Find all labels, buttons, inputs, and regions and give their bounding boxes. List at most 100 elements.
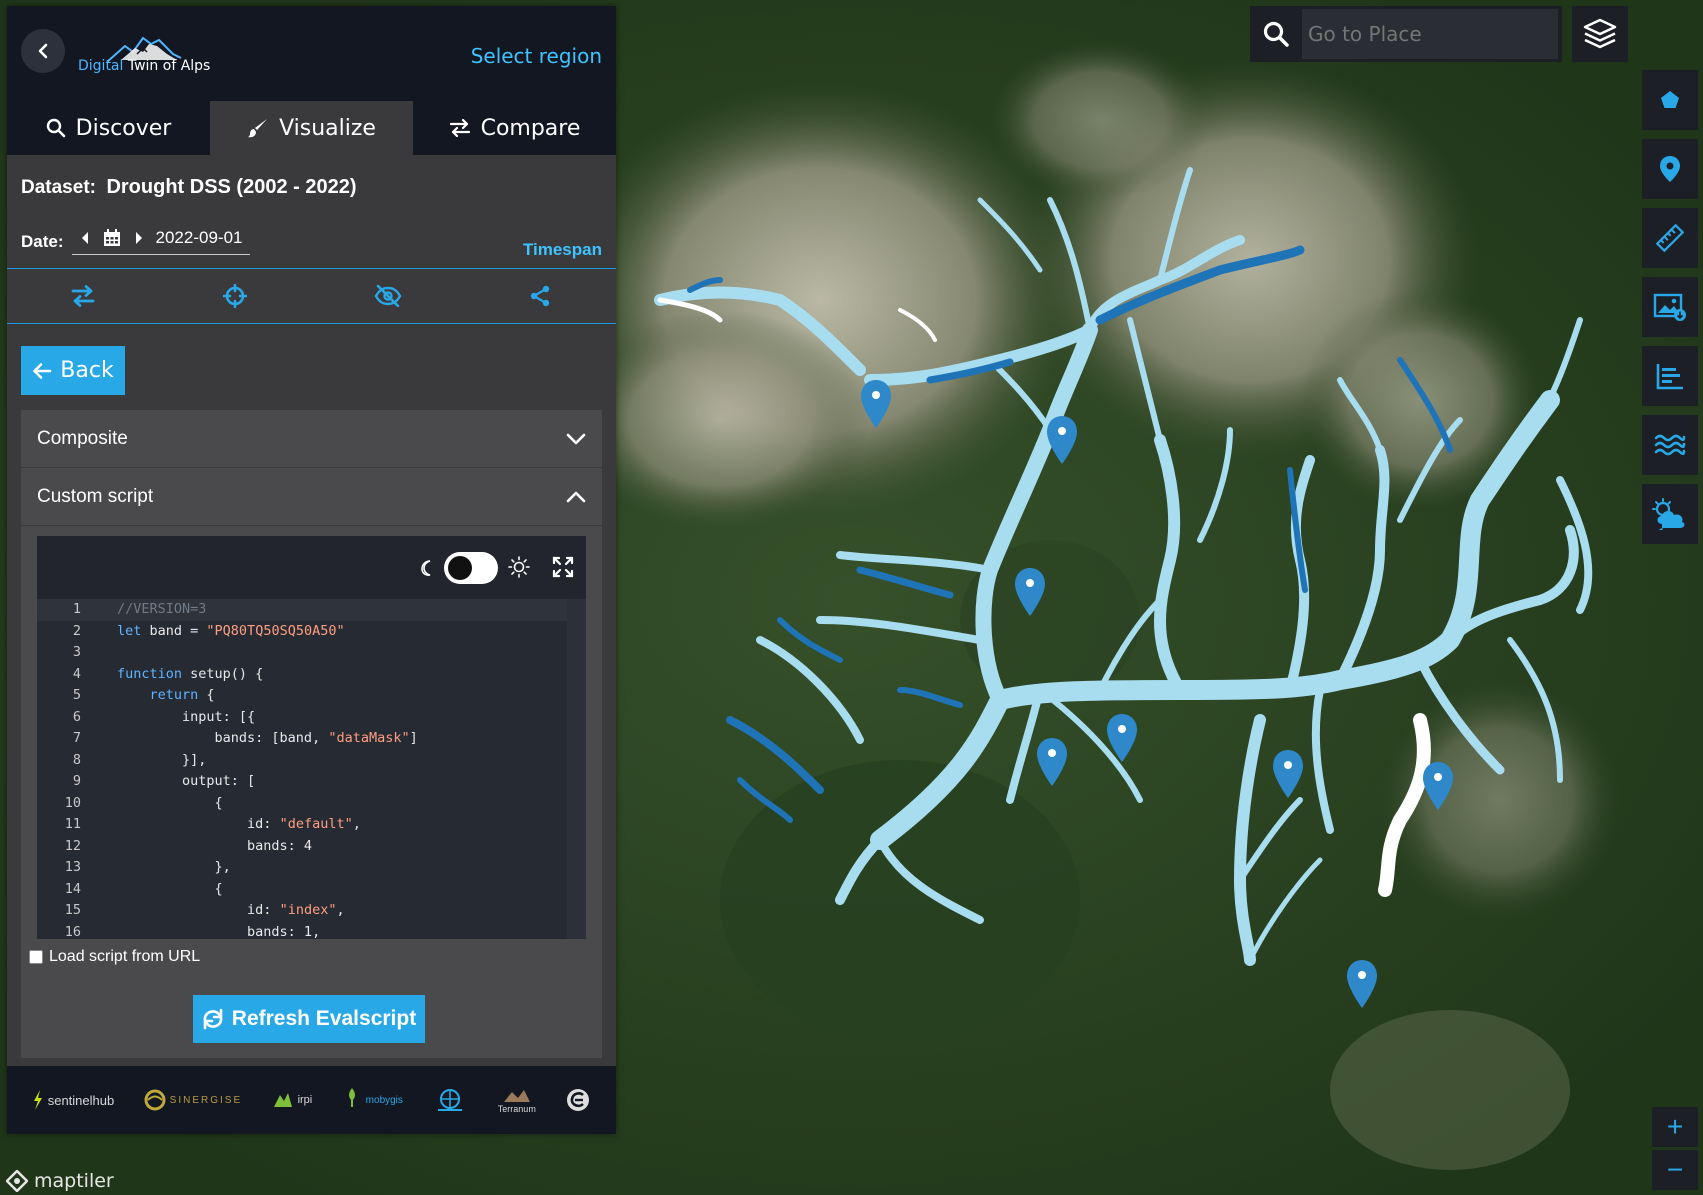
code-text: { <box>117 794 223 811</box>
code-line[interactable]: 1 //VERSION=3 <box>37 599 567 621</box>
sun-icon <box>508 556 530 578</box>
code-text: bands: 4 <box>117 837 313 854</box>
partner-logo-terranum[interactable]: Terranum <box>498 1086 536 1114</box>
composite-accordion[interactable]: Composite <box>21 410 602 467</box>
caret-left-icon[interactable] <box>80 231 90 245</box>
map-marker-icon[interactable] <box>1105 712 1139 764</box>
code-line[interactable]: 7 bands: [band, "dataMask"] <box>37 728 567 750</box>
moon-icon <box>421 560 431 576</box>
editor-scrollbar[interactable] <box>567 599 586 939</box>
line-number: 16 <box>64 923 81 940</box>
tab-compare[interactable]: Compare <box>413 101 616 155</box>
theme-toggle[interactable] <box>444 552 498 584</box>
code-line[interactable]: 6 input: [{ <box>37 707 567 729</box>
toggle-visibility-button[interactable] <box>312 269 464 323</box>
map-marker-icon[interactable] <box>1421 760 1455 812</box>
map-marker-icon[interactable] <box>1013 566 1047 618</box>
code-line[interactable]: 16 bands: 1, <box>37 922 567 940</box>
line-number: 6 <box>72 708 81 725</box>
zoom-out-button[interactable]: − <box>1652 1150 1698 1190</box>
download-image-button[interactable] <box>1642 277 1698 337</box>
code-line[interactable]: 10 { <box>37 793 567 815</box>
draw-polygon-button[interactable] <box>1642 70 1698 130</box>
tab-label: Visualize <box>279 115 376 141</box>
editor-toolbar <box>37 536 586 599</box>
chart-icon <box>1656 364 1683 390</box>
code-line[interactable]: 9 output: [ <box>37 771 567 793</box>
back-button[interactable]: Back <box>21 346 125 395</box>
terranum-logo-icon <box>503 1090 530 1102</box>
digital-twin-alps-logo[interactable] <box>77 24 227 84</box>
expand-icon <box>552 556 574 578</box>
map-marker-icon[interactable] <box>1035 736 1069 788</box>
main-tabs: Discover Visualize Compare <box>7 101 616 155</box>
partner-logo-irpi[interactable]: irpi <box>272 1089 312 1111</box>
search-input[interactable] <box>1302 9 1558 59</box>
map-marker-icon[interactable] <box>1271 748 1305 800</box>
compare-layer-button[interactable] <box>7 269 159 323</box>
code-line[interactable]: 12 bands: 4 <box>37 836 567 858</box>
select-region-link[interactable]: Select region <box>471 44 602 68</box>
code-line[interactable]: 5 return { <box>37 685 567 707</box>
layer-actions <box>7 268 616 324</box>
chevron-down-icon <box>566 433 586 444</box>
code-line[interactable]: 8 }], <box>37 750 567 772</box>
refresh-button-label: Refresh Evalscript <box>231 1007 417 1030</box>
measure-button[interactable] <box>1642 208 1698 268</box>
code-line[interactable]: 11 id: "default", <box>37 814 567 836</box>
code-text: { <box>117 880 223 897</box>
code-editor[interactable]: 1 //VERSION=3 2 let band = "PQ80TQ50SQ50A50… <box>37 536 586 939</box>
map-attribution[interactable]: maptiler <box>6 1170 114 1192</box>
tab-visualize[interactable]: Visualize <box>210 101 413 155</box>
refresh-evalscript-button[interactable]: Refresh Evalscript <box>193 995 425 1043</box>
map-marker-icon[interactable] <box>1345 958 1379 1010</box>
add-marker-button[interactable] <box>1642 139 1698 199</box>
layers-button[interactable] <box>1572 6 1628 62</box>
partner-logo-ce[interactable] <box>565 1087 591 1113</box>
map-marker-icon[interactable] <box>859 378 893 430</box>
arrow-left-icon <box>33 362 52 379</box>
partner-logo-mobygis[interactable]: mobygis <box>342 1087 403 1113</box>
zoom-in-button[interactable]: + <box>1652 1107 1698 1147</box>
partner-footer: sentinelhub SINERGISE irpi mobygis Terra… <box>7 1066 616 1134</box>
sentinelhub-logo-icon <box>33 1090 42 1110</box>
code-line[interactable]: 14 { <box>37 879 567 901</box>
load-url-option[interactable]: Load script from URL <box>29 948 200 966</box>
timespan-link[interactable]: Timespan <box>523 240 602 260</box>
caret-right-icon[interactable] <box>134 231 144 245</box>
code-text: }], <box>117 751 207 768</box>
code-area[interactable]: 1 //VERSION=3 2 let band = "PQ80TQ50SQ50A50… <box>37 599 567 939</box>
date-value[interactable]: 2022-09-01 <box>156 228 243 248</box>
swap-icon <box>71 285 95 307</box>
polygon-icon <box>1661 91 1679 108</box>
exchange-icon <box>449 119 470 137</box>
weather-button[interactable] <box>1642 484 1698 544</box>
load-url-checkbox[interactable] <box>29 950 43 964</box>
code-text: output: [ <box>117 773 256 789</box>
code-line[interactable]: 4 function setup() { <box>37 664 567 686</box>
search-icon[interactable] <box>1250 20 1302 48</box>
custom-script-accordion[interactable]: Custom script <box>21 468 602 525</box>
code-line[interactable]: 13 }, <box>37 857 567 879</box>
timelapse-chart-button[interactable] <box>1642 346 1698 406</box>
code-text: }, <box>117 859 231 875</box>
side-panel: Digital Twin of Alps Select region Disco… <box>7 6 616 1134</box>
code-line[interactable]: 2 let band = "PQ80TQ50SQ50A50" <box>37 621 567 643</box>
code-line[interactable]: 3 <box>37 642 567 664</box>
image-download-icon <box>1653 293 1686 321</box>
partner-logo-sinergise[interactable]: SINERGISE <box>144 1089 242 1111</box>
partner-logo-sentinelhub[interactable]: sentinelhub <box>32 1089 114 1111</box>
map-marker-icon[interactable] <box>1045 414 1079 466</box>
code-line[interactable]: 15 id: "index", <box>37 900 567 922</box>
water-layer-button[interactable] <box>1642 415 1698 475</box>
share-button[interactable] <box>464 269 616 323</box>
marker-icon <box>1660 156 1680 182</box>
maptiler-logo-icon <box>6 1170 28 1192</box>
partner-logo-eurac[interactable] <box>432 1087 468 1113</box>
zoom-to-data-button[interactable] <box>159 269 311 323</box>
code-text: bands: [band, "dataMask"] <box>117 730 418 746</box>
back-to-home-button[interactable] <box>21 29 65 73</box>
tab-discover[interactable]: Discover <box>7 101 210 155</box>
calendar-icon[interactable] <box>102 228 122 248</box>
accordion-title: Composite <box>37 427 128 449</box>
